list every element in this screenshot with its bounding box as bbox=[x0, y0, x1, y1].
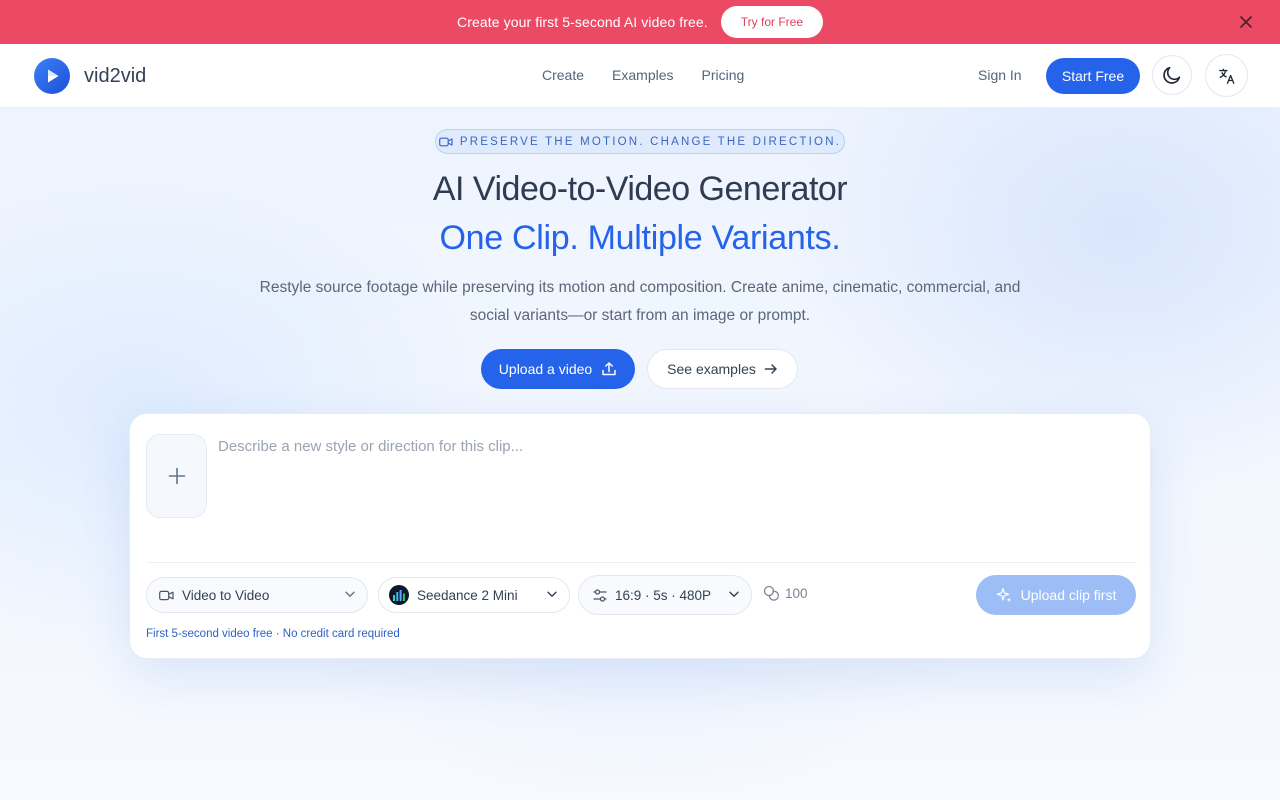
generation-options-value: 16:9 · 5s · 480P bbox=[615, 587, 712, 603]
chevron-down-icon bbox=[729, 591, 739, 597]
tagline-badge: PRESERVE THE MOTION. CHANGE THE DIRECTIO… bbox=[435, 129, 845, 154]
promo-banner: Create your first 5-second AI video free… bbox=[0, 0, 1280, 44]
chevron-down-icon bbox=[345, 591, 355, 597]
upload-video-button[interactable]: Upload a video bbox=[481, 349, 635, 389]
close-icon[interactable] bbox=[1236, 12, 1256, 32]
page-title-accent: One Clip. Multiple Variants. bbox=[439, 219, 841, 257]
moon-icon bbox=[1163, 66, 1181, 84]
brand-name: vid2vid bbox=[84, 64, 147, 87]
sparkle-icon bbox=[996, 587, 1012, 602]
hero-subtitle: Restyle source footage while preserving … bbox=[259, 279, 1021, 324]
promo-text: Create your first 5-second AI video free… bbox=[456, 14, 708, 30]
composer-divider bbox=[146, 562, 1136, 563]
video-camera-icon bbox=[159, 590, 174, 600]
credit-cost-value: 100 bbox=[785, 585, 808, 601]
brand-logo[interactable]: vid2vid bbox=[34, 58, 146, 94]
coins-icon bbox=[763, 585, 779, 601]
upload-clip-first-button[interactable]: Upload clip first bbox=[976, 575, 1136, 615]
see-examples-button[interactable]: See examples bbox=[647, 349, 798, 389]
try-for-free-button[interactable]: Try for Free bbox=[720, 6, 823, 38]
start-free-button[interactable]: Start Free bbox=[1046, 58, 1140, 94]
nav-create[interactable]: Create bbox=[542, 67, 584, 83]
tagline-text: PRESERVE THE MOTION. CHANGE THE DIRECTIO… bbox=[459, 135, 842, 148]
model-select-value: Seedance 2 Mini bbox=[417, 587, 518, 603]
chevron-down-icon bbox=[547, 591, 557, 597]
upload-video-label: Upload a video bbox=[498, 361, 593, 377]
upload-icon bbox=[602, 362, 616, 376]
theme-toggle-button[interactable] bbox=[1152, 55, 1192, 95]
nav-examples[interactable]: Examples bbox=[612, 67, 673, 83]
seedance-logo-icon bbox=[389, 585, 409, 605]
mode-select[interactable]: Video to Video bbox=[146, 577, 368, 613]
page-title: AI Video-to-Video Generator bbox=[432, 170, 848, 208]
video-camera-icon bbox=[438, 137, 453, 146]
model-select[interactable]: Seedance 2 Mini bbox=[378, 577, 570, 613]
composer-card: Video to Video Seedance 2 Mini 16:9 · 5s… bbox=[129, 413, 1151, 659]
upload-clip-first-label: Upload clip first bbox=[1020, 587, 1117, 603]
language-button[interactable] bbox=[1205, 54, 1248, 97]
sliders-icon bbox=[593, 588, 607, 602]
sign-in-link[interactable]: Sign In bbox=[978, 67, 1022, 83]
plus-icon bbox=[168, 467, 185, 485]
mode-select-value: Video to Video bbox=[182, 587, 270, 603]
nav-pricing[interactable]: Pricing bbox=[702, 67, 745, 83]
play-logo-icon bbox=[34, 58, 70, 94]
translate-icon bbox=[1218, 68, 1234, 84]
credit-cost: 100 bbox=[763, 585, 808, 601]
free-trial-note: First 5-second video free · No credit ca… bbox=[146, 628, 400, 640]
generation-options-select[interactable]: 16:9 · 5s · 480P bbox=[578, 575, 752, 615]
site-header: vid2vid Create Examples Pricing Sign In … bbox=[0, 44, 1280, 108]
main-nav: Create Examples Pricing bbox=[542, 67, 772, 83]
hero-section: PRESERVE THE MOTION. CHANGE THE DIRECTIO… bbox=[0, 108, 1280, 800]
prompt-input[interactable] bbox=[218, 438, 1128, 538]
arrow-right-icon bbox=[764, 364, 777, 374]
add-media-button[interactable] bbox=[146, 434, 207, 518]
see-examples-label: See examples bbox=[667, 361, 756, 377]
